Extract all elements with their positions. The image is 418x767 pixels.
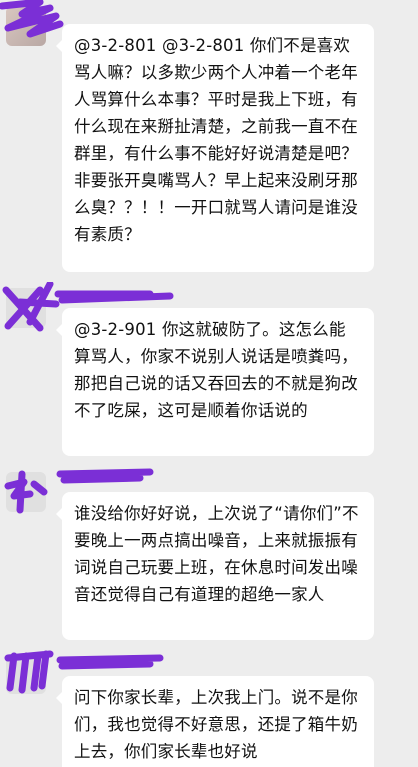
- message-bubble[interactable]: @3-2-801 @3-2-801 你们不是喜欢骂人嘛？以多欺少两个人冲着一个老…: [56, 24, 374, 272]
- message-bubble[interactable]: @3-2-901 你这就破防了。这怎么能算骂人，你家不说别人说话是喷粪吗，那把自…: [56, 308, 374, 456]
- avatar[interactable]: [6, 472, 46, 512]
- avatar[interactable]: [6, 6, 46, 46]
- message-bubble[interactable]: 问下你家长辈，上次我上门。说不是你们，我也觉得不好意思，还提了箱牛奶上去，你们家…: [56, 676, 374, 767]
- chat-message-list[interactable]: @3-2-801 @3-2-801 你们不是喜欢骂人嘛？以多欺少两个人冲着一个老…: [0, 0, 418, 767]
- avatar[interactable]: [6, 288, 46, 328]
- avatar[interactable]: [6, 654, 46, 694]
- message-bubble[interactable]: 谁没给你好好说，上次说了“请你们”不要晚上一两点搞出噪音，上来就振振有词说自己玩…: [56, 492, 374, 640]
